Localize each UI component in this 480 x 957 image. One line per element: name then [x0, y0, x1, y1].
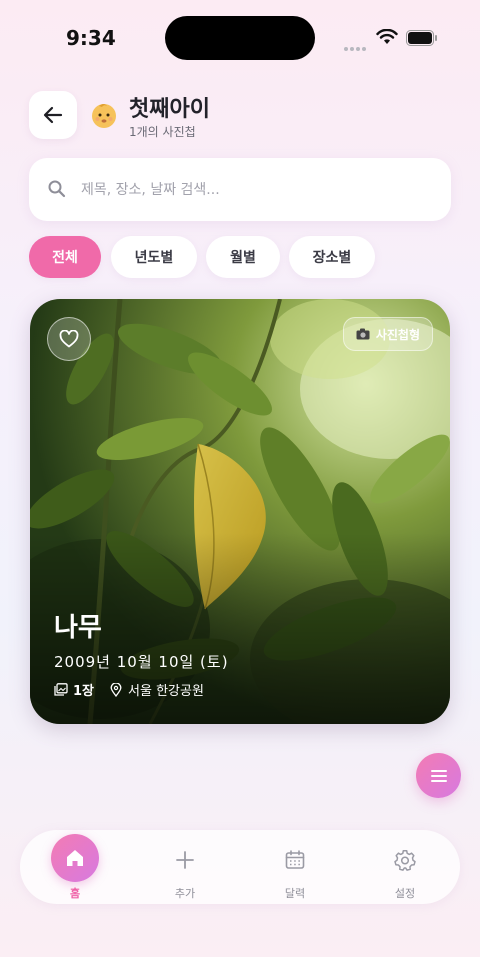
nav-item-calendar[interactable]: 달력	[255, 830, 335, 904]
bottom-nav-bar: 홈 추가 달력 설정	[20, 830, 460, 904]
nav-item-add[interactable]: 추가	[145, 830, 225, 904]
filter-chip-month[interactable]: 월별	[206, 236, 280, 278]
filter-chip-year[interactable]: 년도별	[111, 236, 197, 278]
home-icon	[67, 850, 83, 866]
wifi-icon	[376, 29, 398, 44]
calendar-icon	[285, 850, 305, 869]
menu-fab-button[interactable]	[416, 753, 461, 798]
camera-icon	[356, 328, 370, 340]
nav-item-settings[interactable]: 설정	[365, 830, 445, 904]
arrow-left-icon	[43, 106, 63, 124]
search-icon	[48, 180, 66, 198]
album-location: 서울 한강공원	[128, 684, 204, 699]
nav-item-home[interactable]: 홈	[35, 830, 115, 904]
search-input[interactable]	[79, 174, 433, 206]
nav-label-home: 홈	[69, 887, 81, 900]
nav-label-add: 추가	[174, 887, 196, 900]
status-time: 9:34	[66, 26, 116, 50]
filter-chip-location[interactable]: 장소별	[289, 236, 375, 278]
dynamic-island	[165, 16, 315, 60]
album-card[interactable]: 사진첩형 나무 2009년 10월 10일 (토) 1장 서울 한강공원	[30, 299, 450, 724]
plus-icon	[176, 851, 194, 869]
album-meta: 1장 서울 한강공원	[54, 680, 204, 699]
baby-emoji-icon	[92, 104, 116, 128]
map-pin-icon	[110, 682, 122, 697]
gear-icon	[394, 850, 416, 871]
album-type-label: 사진첩형	[375, 327, 420, 342]
bottom-navigation: 홈 추가 달력 설정	[0, 826, 480, 957]
heart-outline-icon	[59, 330, 79, 348]
nav-label-settings: 설정	[394, 887, 416, 900]
search-bar	[29, 158, 451, 221]
back-button[interactable]	[29, 91, 77, 139]
page-title: 첫째아이	[129, 97, 210, 122]
photos-icon	[54, 683, 68, 696]
signal-icon	[344, 36, 368, 51]
page-subtitle: 1개의 사진첩	[129, 125, 196, 139]
album-date: 2009년 10월 10일 (토)	[54, 653, 229, 671]
album-photo-count: 1장	[73, 684, 95, 699]
status-bar: 9:34	[0, 0, 480, 76]
nav-label-calendar: 달력	[284, 887, 306, 900]
album-type-badge: 사진첩형	[342, 317, 433, 351]
favorite-button[interactable]	[47, 317, 91, 361]
battery-icon	[406, 30, 437, 46]
album-title: 나무	[54, 613, 102, 643]
filter-chip-all[interactable]: 전체	[29, 236, 101, 278]
page-header: 첫째아이 1개의 사진첩	[29, 91, 449, 141]
menu-icon	[430, 769, 447, 782]
